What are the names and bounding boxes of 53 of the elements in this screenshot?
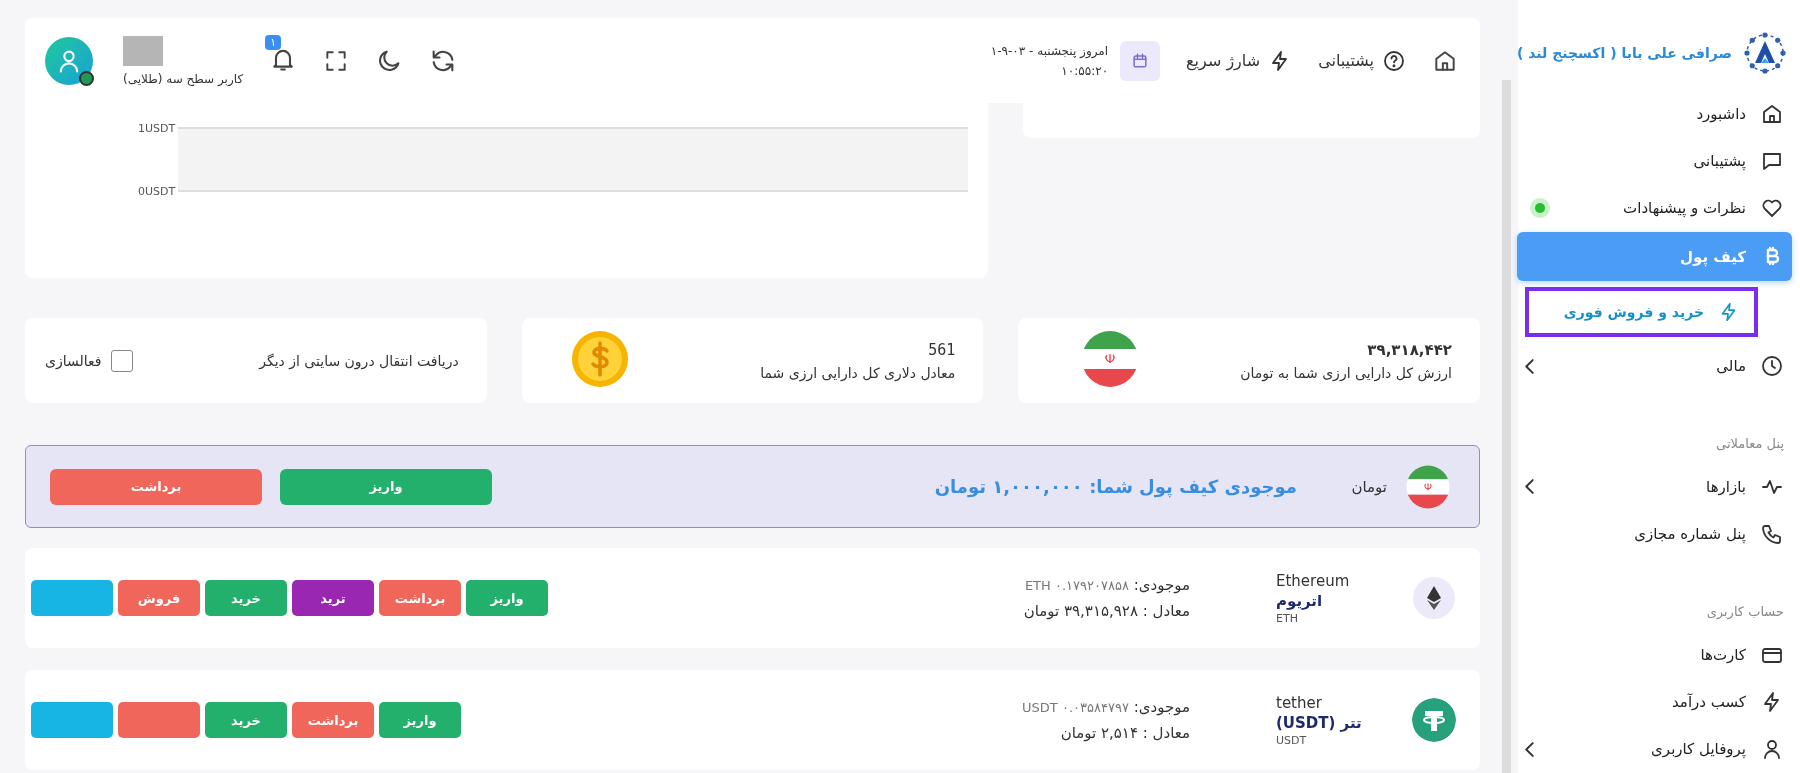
axis-tick-label: 0USDT xyxy=(138,185,176,198)
sidebar-item[interactable]: پروفایل کاربری xyxy=(1516,725,1792,773)
iran-flag-icon xyxy=(1405,463,1451,510)
sidebar-item[interactable]: بازارها xyxy=(1516,463,1792,511)
dollar-coin-icon xyxy=(570,329,631,389)
help-icon xyxy=(1382,48,1406,73)
header-link[interactable]: پشتیبانی xyxy=(1318,48,1406,73)
phone-icon xyxy=(1760,522,1784,547)
tether-icon xyxy=(1412,698,1456,742)
scrollbar[interactable] xyxy=(1501,80,1511,773)
ethereum-icon xyxy=(1412,576,1456,620)
clock-icon xyxy=(1760,354,1784,379)
sidebar-item[interactable]: کسب درآمد xyxy=(1516,678,1792,726)
currency-name: تومان xyxy=(1350,477,1387,496)
asset-symbol: USDT xyxy=(1276,733,1307,747)
avatar[interactable] xyxy=(45,36,93,85)
summary-value: 561 xyxy=(927,340,956,359)
brand-logo xyxy=(1742,30,1788,76)
header-link[interactable]: شارژ سریع xyxy=(1186,48,1293,73)
sidebar-item[interactable]: کارت‌ها xyxy=(1516,631,1792,679)
section-heading: پنل معاملاتی xyxy=(1716,436,1784,452)
sidebar-item[interactable]: داشبورد xyxy=(1516,90,1792,138)
transfer-label: دریافت انتقال درون سایتی از دیگر xyxy=(259,352,459,369)
summary-value: ۳۹,۳۱۸,۴۴۲ xyxy=(1366,340,1452,359)
asset-equivalent: معادل : ۲,۵۱۴ تومان xyxy=(1059,724,1190,742)
asset-balance: موجودی: ۰.۱۷۹۲۰۷۸۵۸ ETH xyxy=(1023,576,1190,594)
summary-label: معادل دلاری کل دارایی ارزی شما xyxy=(760,364,956,381)
axis-tick-label: 1USDT xyxy=(138,122,176,135)
user-level: کاربر سطح سه (طلایی) xyxy=(123,71,244,86)
checkbox[interactable] xyxy=(111,349,134,372)
sidebar-item[interactable]: پنل شماره مجازی xyxy=(1516,510,1792,558)
redacted-name xyxy=(123,35,163,66)
asset-symbol: ETH xyxy=(1276,611,1298,625)
trade-button[interactable]: ترید xyxy=(292,580,374,616)
calendar-button[interactable] xyxy=(1120,40,1161,81)
date-text: امروز پنجشنبه - ۰۳-۹-۱ xyxy=(990,43,1109,58)
checkbox-label: فعالسازی xyxy=(45,352,102,369)
brand-name: صرافی علی بابا ( اکسچنج لند ) xyxy=(1516,45,1732,61)
asset-local-name: اتریوم xyxy=(1276,591,1323,610)
sidebar-item[interactable]: نظرات و پیشنهادات xyxy=(1516,184,1792,232)
summary-label: ارزش کل دارایی ارزی شما به تومان xyxy=(1240,364,1452,381)
asset-name: Ethereum xyxy=(1276,571,1350,590)
sidebar-item[interactable]: مالی xyxy=(1516,342,1792,391)
notification-count: ۱ xyxy=(265,35,282,50)
asset-local-name: تتر (USDT) xyxy=(1276,713,1362,732)
section-heading: حساب کاربری xyxy=(1706,604,1784,619)
time-text: ۱۰:۵۵:۲۰ xyxy=(1060,63,1109,78)
wallet-balance: موجودی کیف پول شما: ۱,۰۰۰,۰۰۰ تومان xyxy=(934,476,1297,497)
sidebar-item[interactable]: پشتیبانی xyxy=(1516,137,1792,185)
asset-name: tether xyxy=(1276,693,1322,712)
asset-equivalent: معادل : ۳۹,۳۱۵,۹۲۸ تومان xyxy=(1023,602,1190,620)
asset-balance: موجودی: ۰.۰۳۵۸۴۷۹۷ USDT xyxy=(1022,698,1190,716)
submenu-item[interactable]: خرید و فروش فوری xyxy=(1524,287,1758,337)
